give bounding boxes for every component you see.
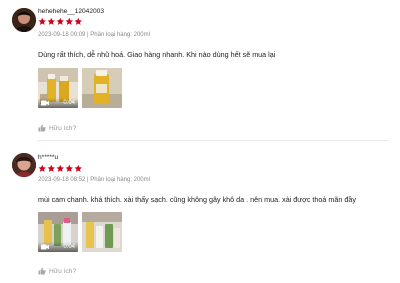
star-icon [74, 164, 83, 173]
avatar[interactable] [12, 8, 36, 32]
avatar[interactable] [12, 153, 36, 177]
review-item: h*****u 2023-09-18 08:52 | Phân loại hàn… [0, 141, 400, 283]
star-icon [47, 17, 56, 26]
reviewer-username[interactable]: h*****u [38, 154, 58, 161]
thumbs-up-icon [38, 124, 46, 132]
review-meta: 2023-09-18 08:52 | Phân loại hàng: 200ml [38, 177, 150, 183]
review-content: mùi cam chanh. khá thích. xài thấy sạch.… [38, 195, 356, 204]
video-duration: 0:04 [63, 244, 75, 250]
helpful-label: Hữu ích? [49, 267, 77, 275]
review-meta: 2023-09-18 00:09 | Phân loại hàng: 200ml [38, 32, 150, 38]
star-icon [65, 17, 74, 26]
star-icon [56, 17, 65, 26]
helpful-button[interactable]: Hữu ích? [38, 124, 76, 132]
review-item: hehehehe__12042003 2023-09-18 00:09 | Ph… [0, 0, 400, 141]
review-image-thumbnail[interactable] [82, 212, 122, 252]
reviewer-username[interactable]: hehehehe__12042003 [38, 8, 104, 15]
helpful-label: Hữu ích? [49, 124, 77, 132]
video-camera-icon [41, 244, 49, 250]
star-icon [38, 17, 47, 26]
rating-stars [38, 17, 83, 26]
review-image-thumbnail[interactable] [82, 68, 122, 108]
thumbs-up-icon [38, 267, 46, 275]
video-camera-icon [41, 100, 49, 106]
video-duration: 0:04 [63, 100, 75, 106]
review-video-thumbnail[interactable]: 0:04 [38, 212, 78, 252]
star-icon [65, 164, 74, 173]
star-icon [56, 164, 65, 173]
star-icon [47, 164, 56, 173]
rating-stars [38, 164, 83, 173]
review-content: Dùng rất thích, dễ nhũ hoá. Giao hàng nh… [38, 50, 276, 59]
star-icon [38, 164, 47, 173]
review-video-thumbnail[interactable]: 0:04 [38, 68, 78, 108]
helpful-button[interactable]: Hữu ích? [38, 267, 76, 275]
star-icon [74, 17, 83, 26]
